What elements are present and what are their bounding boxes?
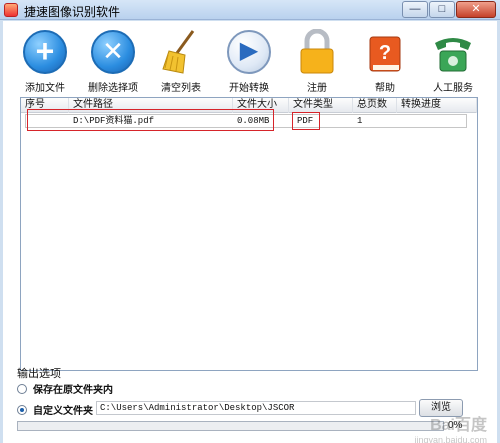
file-list[interactable]: 序号 文件路径 文件大小 文件类型 总页数 转换进度 D:\PDF资料猫.pdf… xyxy=(20,97,478,371)
minimize-button[interactable]: — xyxy=(402,1,428,18)
custom-folder-label: 自定义文件夹 xyxy=(33,406,93,417)
broom-icon xyxy=(158,29,204,75)
watermark-url: jingyan.baidu.com xyxy=(414,435,487,443)
output-options-label: 输出选项 xyxy=(17,368,61,380)
radio-custom-folder[interactable] xyxy=(17,404,27,415)
clear-list-label: 清空列表 xyxy=(161,83,201,94)
cell-pages: 1 xyxy=(357,116,363,126)
highlight-box-path xyxy=(27,109,274,131)
title-bar: 捷速图像识别软件 — □ ✕ xyxy=(0,0,500,20)
watermark-logo: Bai百度 xyxy=(430,417,487,434)
header-pages[interactable]: 总页数 xyxy=(353,98,397,113)
save-in-source-label: 保存在原文件夹内 xyxy=(33,385,113,396)
help-button[interactable]: ? 帮助 xyxy=(353,29,417,94)
main-window: + 添加文件 ✕ 删除选择项 清空列表 ▶ 开始转换 注册 ? 帮助 人工服务 … xyxy=(3,21,497,443)
delete-x-icon: ✕ xyxy=(90,29,136,75)
output-path-field[interactable]: C:\Users\Administrator\Desktop\JSCOR xyxy=(96,401,416,415)
register-label: 注册 xyxy=(307,83,327,94)
play-icon: ▶ xyxy=(226,29,272,75)
svg-text:?: ? xyxy=(379,42,391,64)
highlight-box-type xyxy=(292,112,320,130)
cell-progress xyxy=(397,115,401,128)
app-icon xyxy=(4,3,18,17)
toolbar: + 添加文件 ✕ 删除选择项 清空列表 ▶ 开始转换 注册 ? 帮助 人工服务 xyxy=(3,21,497,95)
add-files-button[interactable]: + 添加文件 xyxy=(13,29,77,94)
help-book-icon: ? xyxy=(362,29,408,75)
telephone-icon xyxy=(430,29,476,75)
human-service-button[interactable]: 人工服务 xyxy=(421,29,485,94)
maximize-button[interactable]: □ xyxy=(429,1,455,18)
add-files-label: 添加文件 xyxy=(25,83,65,94)
window-controls: — □ ✕ xyxy=(401,1,496,18)
header-type[interactable]: 文件类型 xyxy=(289,98,353,113)
lock-icon xyxy=(294,29,340,75)
clear-list-button[interactable]: 清空列表 xyxy=(149,29,213,94)
header-progress[interactable]: 转换进度 xyxy=(397,98,477,113)
radio-save-in-source[interactable] xyxy=(17,383,27,394)
close-button[interactable]: ✕ xyxy=(456,1,496,18)
register-button[interactable]: 注册 xyxy=(285,29,349,94)
save-in-source-option[interactable]: 保存在原文件夹内 xyxy=(17,381,113,396)
custom-folder-option[interactable]: 自定义文件夹 xyxy=(17,402,93,417)
delete-selected-button[interactable]: ✕ 删除选择项 xyxy=(81,29,145,94)
start-convert-button[interactable]: ▶ 开始转换 xyxy=(217,29,281,94)
start-convert-label: 开始转换 xyxy=(229,83,269,94)
delete-selected-label: 删除选择项 xyxy=(88,83,138,94)
overall-progress-bar xyxy=(17,421,444,431)
window-title: 捷速图像识别软件 xyxy=(24,5,121,19)
help-label: 帮助 xyxy=(375,83,395,94)
plus-icon: + xyxy=(22,29,68,75)
human-service-label: 人工服务 xyxy=(433,83,473,94)
